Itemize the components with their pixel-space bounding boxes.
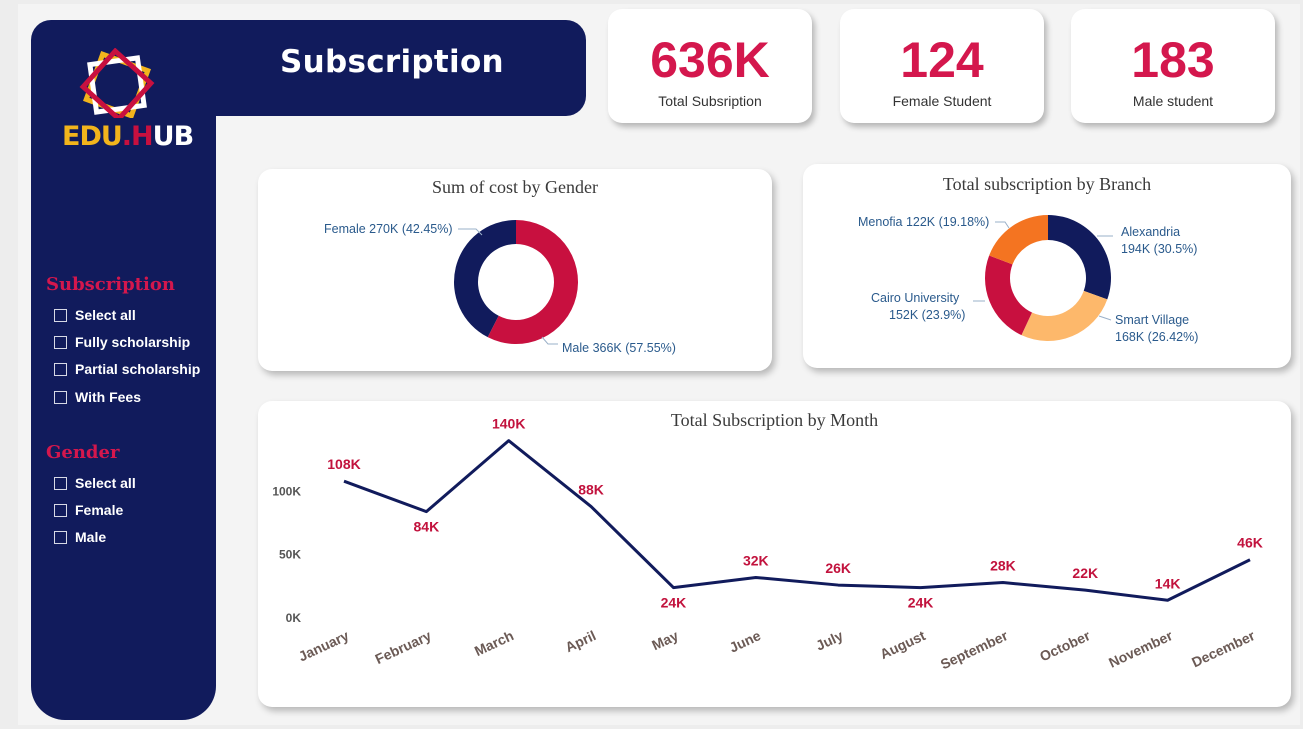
x-tick-label: April bbox=[563, 627, 599, 655]
kpi-label: Total Subsription bbox=[658, 93, 762, 109]
edu-hub-logo-icon bbox=[79, 48, 155, 118]
checkbox[interactable] bbox=[54, 362, 67, 376]
slice-label-cairo-university-value: 152K (23.9%) bbox=[889, 308, 965, 322]
subscription-option-select-all[interactable]: Select all bbox=[54, 307, 136, 323]
subscription-option-with-fees[interactable]: With Fees bbox=[54, 389, 141, 405]
option-label: With Fees bbox=[75, 389, 141, 405]
slice-label-smart-village-value: 168K (26.42%) bbox=[1115, 330, 1198, 344]
leader-line bbox=[1098, 315, 1112, 321]
data-label: 14K bbox=[1155, 575, 1181, 591]
x-tick-label: January bbox=[296, 627, 352, 664]
subscription-option-fully-scholarship[interactable]: Fully scholarship bbox=[54, 334, 190, 350]
checkbox[interactable] bbox=[54, 503, 67, 517]
logo-text-edu: EDU bbox=[62, 121, 123, 152]
data-label: 46K bbox=[1237, 535, 1263, 551]
checkbox[interactable] bbox=[54, 390, 67, 404]
x-tick-label: March bbox=[472, 627, 516, 659]
slice-label-male: Male 366K (57.55%) bbox=[562, 341, 676, 355]
leader-line bbox=[541, 336, 558, 345]
option-label: Partial scholarship bbox=[75, 361, 201, 377]
monthly-subscription-chart-card: Total Subscription by Month 0K 50K 100K 108… bbox=[258, 401, 1291, 707]
option-label: Select all bbox=[75, 307, 136, 323]
x-tick-label: October bbox=[1037, 627, 1093, 664]
logo-text-h: H bbox=[131, 121, 154, 152]
option-label: Female bbox=[75, 502, 124, 518]
data-label: 26K bbox=[825, 560, 851, 576]
data-label: 24K bbox=[908, 595, 934, 611]
page-title: Subscription bbox=[280, 44, 504, 80]
data-label: 32K bbox=[743, 552, 769, 568]
logo-text-ub: UB bbox=[152, 121, 195, 152]
gender-slicer-title: Gender bbox=[46, 442, 120, 463]
x-tick-label: June bbox=[727, 627, 764, 655]
gender-option-select-all[interactable]: Select all bbox=[54, 475, 136, 491]
y-tick-label: 50K bbox=[279, 548, 301, 562]
slice-label-smart-village-name: Smart Village bbox=[1115, 313, 1189, 327]
subscription-slicer-title: Subscription bbox=[46, 274, 175, 295]
logo-text-dot: . bbox=[121, 121, 132, 152]
gender-cost-chart-card: Sum of cost by Gender Female 270K (42.45… bbox=[258, 169, 772, 371]
kpi-value: 183 bbox=[1131, 32, 1215, 88]
x-tick-label: November bbox=[1106, 627, 1175, 671]
data-label: 24K bbox=[661, 595, 687, 611]
slice-label-female: Female 270K (42.45%) bbox=[324, 222, 453, 236]
y-tick-label: 100K bbox=[272, 484, 301, 498]
kpi-label: Female Student bbox=[892, 93, 992, 109]
kpi-value: 124 bbox=[900, 32, 984, 88]
checkbox[interactable] bbox=[54, 530, 67, 544]
monthly-line-chart: 0K 50K 100K 108K January 84K February 140K March… bbox=[272, 416, 1263, 673]
x-tick-label: February bbox=[373, 627, 434, 667]
donut-slice-alexandria[interactable] bbox=[1048, 215, 1111, 300]
data-label: 22K bbox=[1072, 565, 1098, 581]
gender-donut-chart: Female 270K (42.45%) Male 366K (57.55%) bbox=[324, 220, 676, 355]
data-label: 28K bbox=[990, 558, 1016, 574]
kpi-card-female-student: 124 Female Student bbox=[840, 9, 1044, 123]
checkbox[interactable] bbox=[54, 335, 67, 349]
series-line bbox=[343, 439, 1251, 602]
checkbox[interactable] bbox=[54, 476, 67, 490]
slice-label-alexandria-name: Alexandria bbox=[1121, 225, 1180, 239]
x-tick-label: December bbox=[1189, 627, 1258, 670]
kpi-value: 636K bbox=[650, 32, 770, 88]
option-label: Fully scholarship bbox=[75, 334, 191, 350]
data-label: 84K bbox=[414, 519, 440, 535]
data-label: 140K bbox=[492, 416, 525, 432]
slice-label-menofia: Menofia 122K (19.18%) bbox=[858, 215, 989, 229]
x-tick-label: September bbox=[938, 627, 1011, 672]
leader-line bbox=[995, 221, 1010, 229]
option-label: Male bbox=[75, 529, 107, 545]
donut-slice-smart-village[interactable] bbox=[1021, 290, 1108, 341]
x-tick-label: August bbox=[877, 627, 928, 662]
data-label: 108K bbox=[327, 456, 360, 472]
gender-option-female[interactable]: Female bbox=[54, 502, 123, 518]
subscription-option-partial-scholarship[interactable]: Partial scholarship bbox=[54, 361, 200, 377]
logo-text: EDU.HUB bbox=[62, 121, 195, 152]
kpi-card-total-subscription: 636K Total Subsription bbox=[608, 9, 812, 123]
option-label: Select all bbox=[75, 475, 136, 491]
branch-donut-chart: Alexandria 194K (30.5%) Smart Village 16… bbox=[858, 215, 1198, 344]
branch-subscription-chart-card: Total subscription by Branch Alexandria … bbox=[803, 164, 1291, 368]
kpi-card-male-student: 183 Male student bbox=[1071, 9, 1275, 123]
slice-label-alexandria-value: 194K (30.5%) bbox=[1121, 242, 1197, 256]
slice-label-cairo-university-name: Cairo University bbox=[871, 291, 960, 305]
gender-option-male[interactable]: Male bbox=[54, 529, 106, 545]
data-label: 88K bbox=[578, 482, 604, 498]
checkbox[interactable] bbox=[54, 308, 67, 322]
kpi-label: Male student bbox=[1132, 93, 1214, 109]
x-tick-label: May bbox=[649, 627, 681, 653]
x-tick-label: July bbox=[813, 627, 845, 653]
y-tick-label: 0K bbox=[286, 611, 302, 625]
donut-slice-cairo-university[interactable] bbox=[985, 255, 1032, 336]
